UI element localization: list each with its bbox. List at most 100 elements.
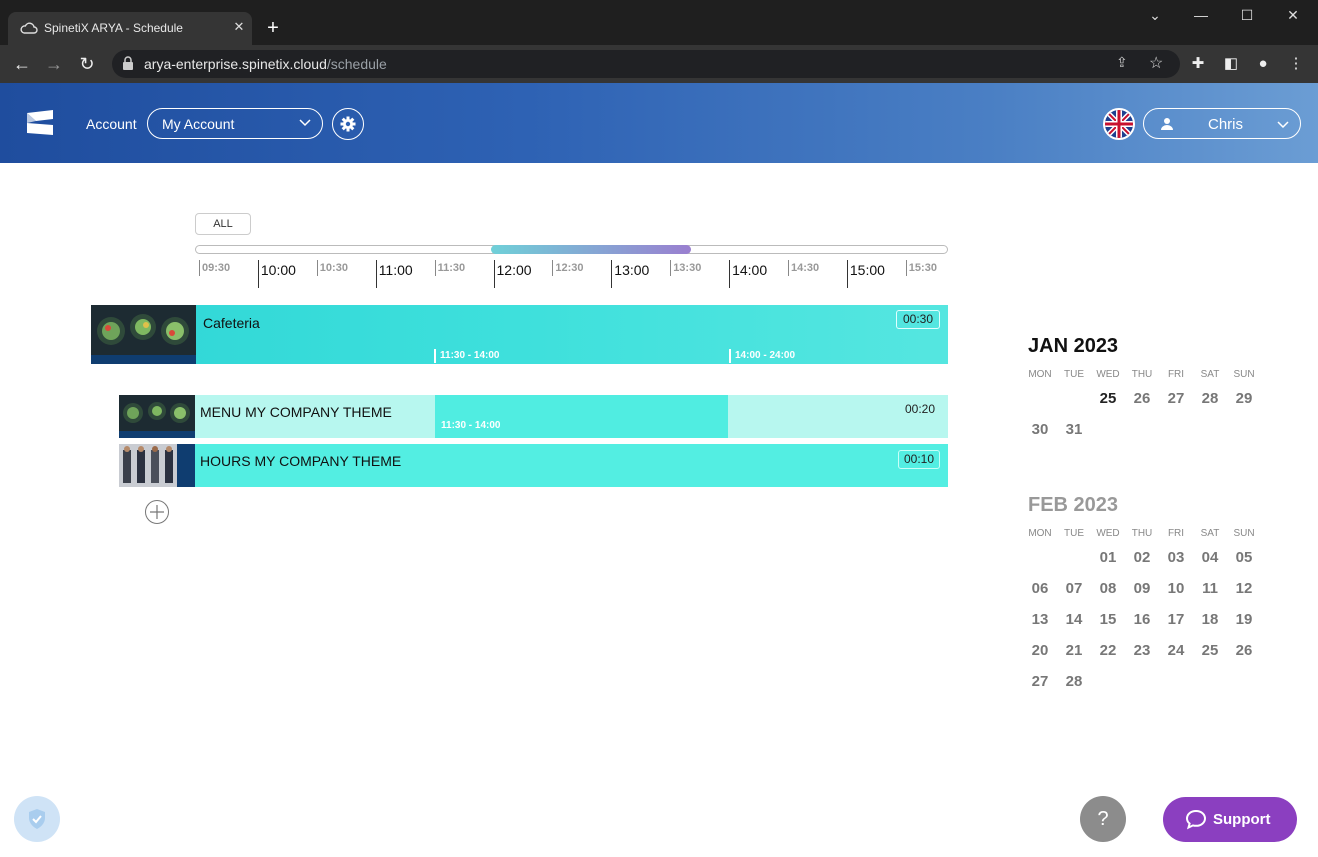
time-range-selection[interactable]	[491, 245, 691, 254]
calendar-day[interactable]: 19	[1227, 611, 1261, 628]
playlist-item-row[interactable]: MENU MY COMPANY THEME 11:30 - 14:00 00:2…	[119, 395, 948, 438]
language-flag-icon[interactable]	[1103, 108, 1135, 140]
calendar-day[interactable]: 10	[1159, 580, 1193, 597]
calendar-month-title: JAN 2023	[1028, 335, 1119, 357]
user-name: Chris	[1208, 116, 1244, 133]
calendar-day[interactable]: 07	[1057, 580, 1091, 597]
time-tick-major: 10:00	[257, 260, 296, 288]
calendar-day[interactable]: 13	[1023, 611, 1057, 628]
all-button[interactable]: ALL	[195, 213, 251, 235]
bookmark-star-icon[interactable]: ☆	[1149, 53, 1163, 73]
time-tick-major: 15:00	[846, 260, 885, 288]
support-button[interactable]: Support	[1163, 797, 1297, 842]
time-tick-major: 11:00	[375, 260, 413, 288]
back-icon[interactable]: ←	[10, 53, 34, 75]
playlist-item-row[interactable]: HOURS MY COMPANY THEME 00:10	[119, 444, 948, 487]
maximize-icon[interactable]: ☐	[1224, 0, 1270, 30]
browser-tab[interactable]: SpinetiX ARYA - Schedule ✕	[8, 12, 252, 45]
calendar-day[interactable]: 17	[1159, 611, 1193, 628]
calendar-day[interactable]: 15	[1091, 611, 1125, 628]
url-text: arya-enterprise.spinetix.cloud/schedule	[144, 56, 387, 72]
cloud-icon	[20, 22, 38, 34]
calendar-day[interactable]: 09	[1125, 580, 1159, 597]
calendar-weekday-label: WED	[1096, 528, 1120, 539]
support-label: Support	[1213, 811, 1271, 828]
calendar-day[interactable]: 12	[1227, 580, 1261, 597]
calendar-day[interactable]: 03	[1159, 549, 1193, 566]
url-domain: arya-enterprise.spinetix.cloud	[144, 56, 327, 72]
calendar-day[interactable]: 08	[1091, 580, 1125, 597]
app-header: Account My Account Chris	[0, 83, 1318, 163]
calendar-day[interactable]: 18	[1193, 611, 1227, 628]
time-tick-minor: 15:30	[905, 260, 937, 276]
calendar-weekday-label: TUE	[1064, 369, 1084, 380]
calendar-weekday-label: TUE	[1064, 528, 1084, 539]
tab-search-icon[interactable]: ⌄	[1132, 0, 1178, 30]
calendar-weekday-label: THU	[1131, 369, 1153, 380]
calendar-day[interactable]: 02	[1125, 549, 1159, 566]
calendar-day[interactable]: 27	[1159, 390, 1193, 407]
time-slot-label: 14:00 - 24:00	[729, 349, 795, 363]
side-panel-icon[interactable]: ◧	[1220, 54, 1242, 74]
new-tab-button[interactable]: +	[262, 17, 284, 39]
calendar-day[interactable]: 29	[1227, 390, 1261, 407]
playlist-row-cafeteria[interactable]: Cafeteria 00:30 11:30 - 14:00 14:00 - 24…	[91, 305, 948, 364]
item-title: HOURS MY COMPANY THEME	[200, 453, 402, 469]
menu-icon[interactable]: ⋮	[1285, 54, 1307, 74]
share-icon[interactable]: ⇪	[1116, 54, 1128, 71]
calendar-weekday-label: FRI	[1167, 369, 1185, 380]
calendar-day[interactable]: 30	[1023, 421, 1057, 438]
item-thumbnail	[119, 444, 195, 487]
spinetix-logo-icon[interactable]	[24, 107, 56, 139]
calendar-day[interactable]: 28	[1193, 390, 1227, 407]
calendar-day[interactable]: 25	[1091, 390, 1125, 407]
time-slot-label: 11:30 - 14:00	[441, 420, 501, 431]
chevron-down-icon	[1277, 121, 1289, 129]
calendar-day[interactable]: 26	[1227, 642, 1261, 659]
browser-toolbar: ← → ↻ arya-enterprise.spinetix.cloud/sch…	[0, 45, 1318, 83]
calendar-day[interactable]: 20	[1023, 642, 1057, 659]
window-close-icon[interactable]: ✕	[1270, 0, 1316, 30]
profile-icon[interactable]: ●	[1252, 54, 1274, 74]
lock-icon	[123, 56, 133, 70]
calendar-day[interactable]: 05	[1227, 549, 1261, 566]
calendar-month-title: FEB 2023	[1028, 494, 1119, 516]
reload-icon[interactable]: ↻	[75, 53, 99, 75]
calendar-day[interactable]: 16	[1125, 611, 1159, 628]
calendar-day[interactable]: 23	[1125, 642, 1159, 659]
help-button[interactable]: ?	[1080, 796, 1126, 842]
item-title: MENU MY COMPANY THEME	[200, 404, 392, 420]
address-bar[interactable]: arya-enterprise.spinetix.cloud/schedule …	[112, 50, 1180, 78]
calendar-weekday-label: SUN	[1233, 528, 1255, 539]
playlist-title: Cafeteria	[203, 315, 260, 331]
forward-icon[interactable]: →	[42, 53, 66, 75]
account-label: Account	[86, 116, 137, 132]
calendar-day[interactable]: 11	[1193, 580, 1227, 597]
calendar-day[interactable]: 24	[1159, 642, 1193, 659]
calendar-day[interactable]: 26	[1125, 390, 1159, 407]
user-menu[interactable]: Chris	[1143, 108, 1301, 139]
extensions-icon[interactable]: ✚	[1187, 54, 1209, 74]
add-item-button[interactable]	[145, 500, 169, 524]
calendar-day[interactable]: 25	[1193, 642, 1227, 659]
tab-close-icon[interactable]: ✕	[230, 18, 248, 36]
account-select[interactable]: My Account	[147, 108, 323, 139]
calendar-day[interactable]: 14	[1057, 611, 1091, 628]
time-tick-major: 14:00	[729, 260, 767, 288]
calendar-day[interactable]: 28	[1057, 673, 1091, 690]
calendar-weekday-label: MON	[1028, 528, 1052, 539]
calendar-day[interactable]: 31	[1057, 421, 1091, 438]
privacy-shield-button[interactable]	[14, 796, 60, 842]
gear-icon	[340, 116, 356, 132]
calendar-day[interactable]: 04	[1193, 549, 1227, 566]
calendar-day[interactable]: 21	[1057, 642, 1091, 659]
chevron-down-icon	[299, 119, 311, 127]
calendar-day[interactable]: 06	[1023, 580, 1057, 597]
calendar-day[interactable]: 22	[1091, 642, 1125, 659]
calendar-day[interactable]: 27	[1023, 673, 1057, 690]
tab-title: SpinetiX ARYA - Schedule	[44, 21, 183, 35]
minimize-icon[interactable]: —	[1178, 0, 1224, 30]
calendar-day[interactable]: 01	[1091, 549, 1125, 566]
item-duration: 00:10	[898, 450, 940, 469]
settings-button[interactable]	[332, 108, 364, 140]
